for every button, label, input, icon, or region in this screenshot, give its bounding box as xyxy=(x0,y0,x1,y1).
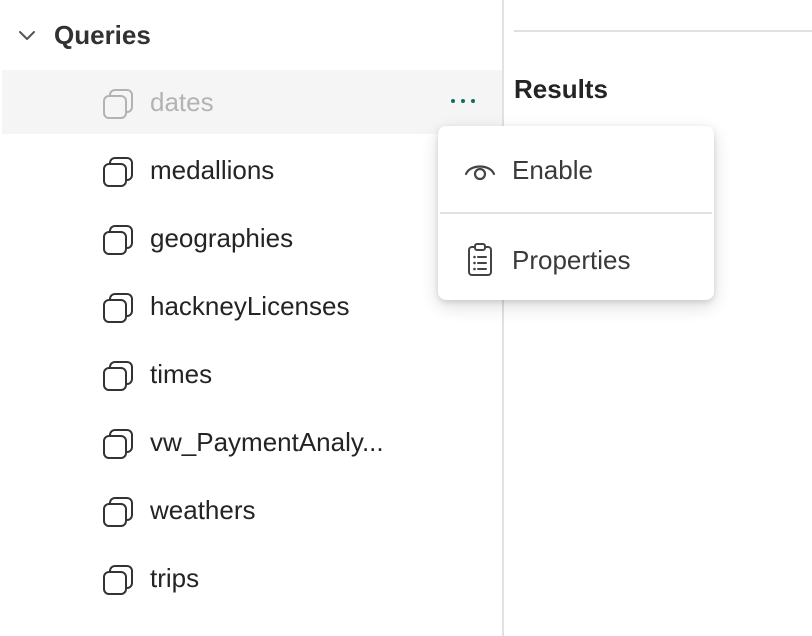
query-label: geographies xyxy=(150,223,294,253)
query-label: times xyxy=(150,359,213,389)
query-icon xyxy=(103,497,133,527)
eye-icon xyxy=(464,165,496,181)
divider xyxy=(514,30,812,32)
query-icon xyxy=(103,361,133,391)
query-item-weathers[interactable]: weathers xyxy=(2,478,502,542)
query-item-vw-paymentanalysis[interactable]: vw_PaymentAnaly... xyxy=(2,410,502,474)
menu-separator xyxy=(440,212,712,214)
query-label: hackneyLicenses xyxy=(150,291,350,321)
query-item-trips[interactable]: trips xyxy=(2,546,502,610)
results-title: Results xyxy=(514,74,608,104)
query-icon xyxy=(103,157,133,187)
queries-section-header[interactable]: Queries xyxy=(0,0,502,72)
menu-item-enable[interactable]: Enable xyxy=(438,128,714,212)
more-dot xyxy=(471,99,475,103)
queries-pane: Queries dates medallions geographies hac… xyxy=(0,0,504,636)
query-label: dates xyxy=(150,87,214,117)
query-label: medallions xyxy=(150,155,275,185)
query-icon xyxy=(103,565,133,595)
query-item-hackneylicenses[interactable]: hackneyLicenses xyxy=(2,274,502,338)
more-dot xyxy=(461,99,465,103)
context-menu: Enable Properties xyxy=(438,126,714,300)
query-icon xyxy=(103,429,133,459)
query-item-geographies[interactable]: geographies xyxy=(2,206,502,270)
query-item-medallions[interactable]: medallions xyxy=(2,138,502,202)
query-icon xyxy=(103,225,133,255)
section-title: Queries xyxy=(54,20,151,50)
more-options-button[interactable] xyxy=(448,94,478,108)
query-icon xyxy=(103,293,133,323)
more-dot xyxy=(451,99,455,103)
query-label: trips xyxy=(150,563,200,593)
menu-label: Properties xyxy=(512,245,631,275)
query-label: weathers xyxy=(150,495,256,525)
query-item-times[interactable]: times xyxy=(2,342,502,406)
menu-label: Enable xyxy=(512,155,593,185)
chevron-down-icon[interactable] xyxy=(18,30,36,42)
clipboard-list-icon xyxy=(468,243,492,276)
menu-item-properties[interactable]: Properties xyxy=(438,216,714,300)
query-item-dates[interactable]: dates xyxy=(2,70,502,134)
query-label: vw_PaymentAnaly... xyxy=(150,427,384,457)
query-icon xyxy=(103,89,133,119)
results-pane: Results xyxy=(504,0,812,636)
